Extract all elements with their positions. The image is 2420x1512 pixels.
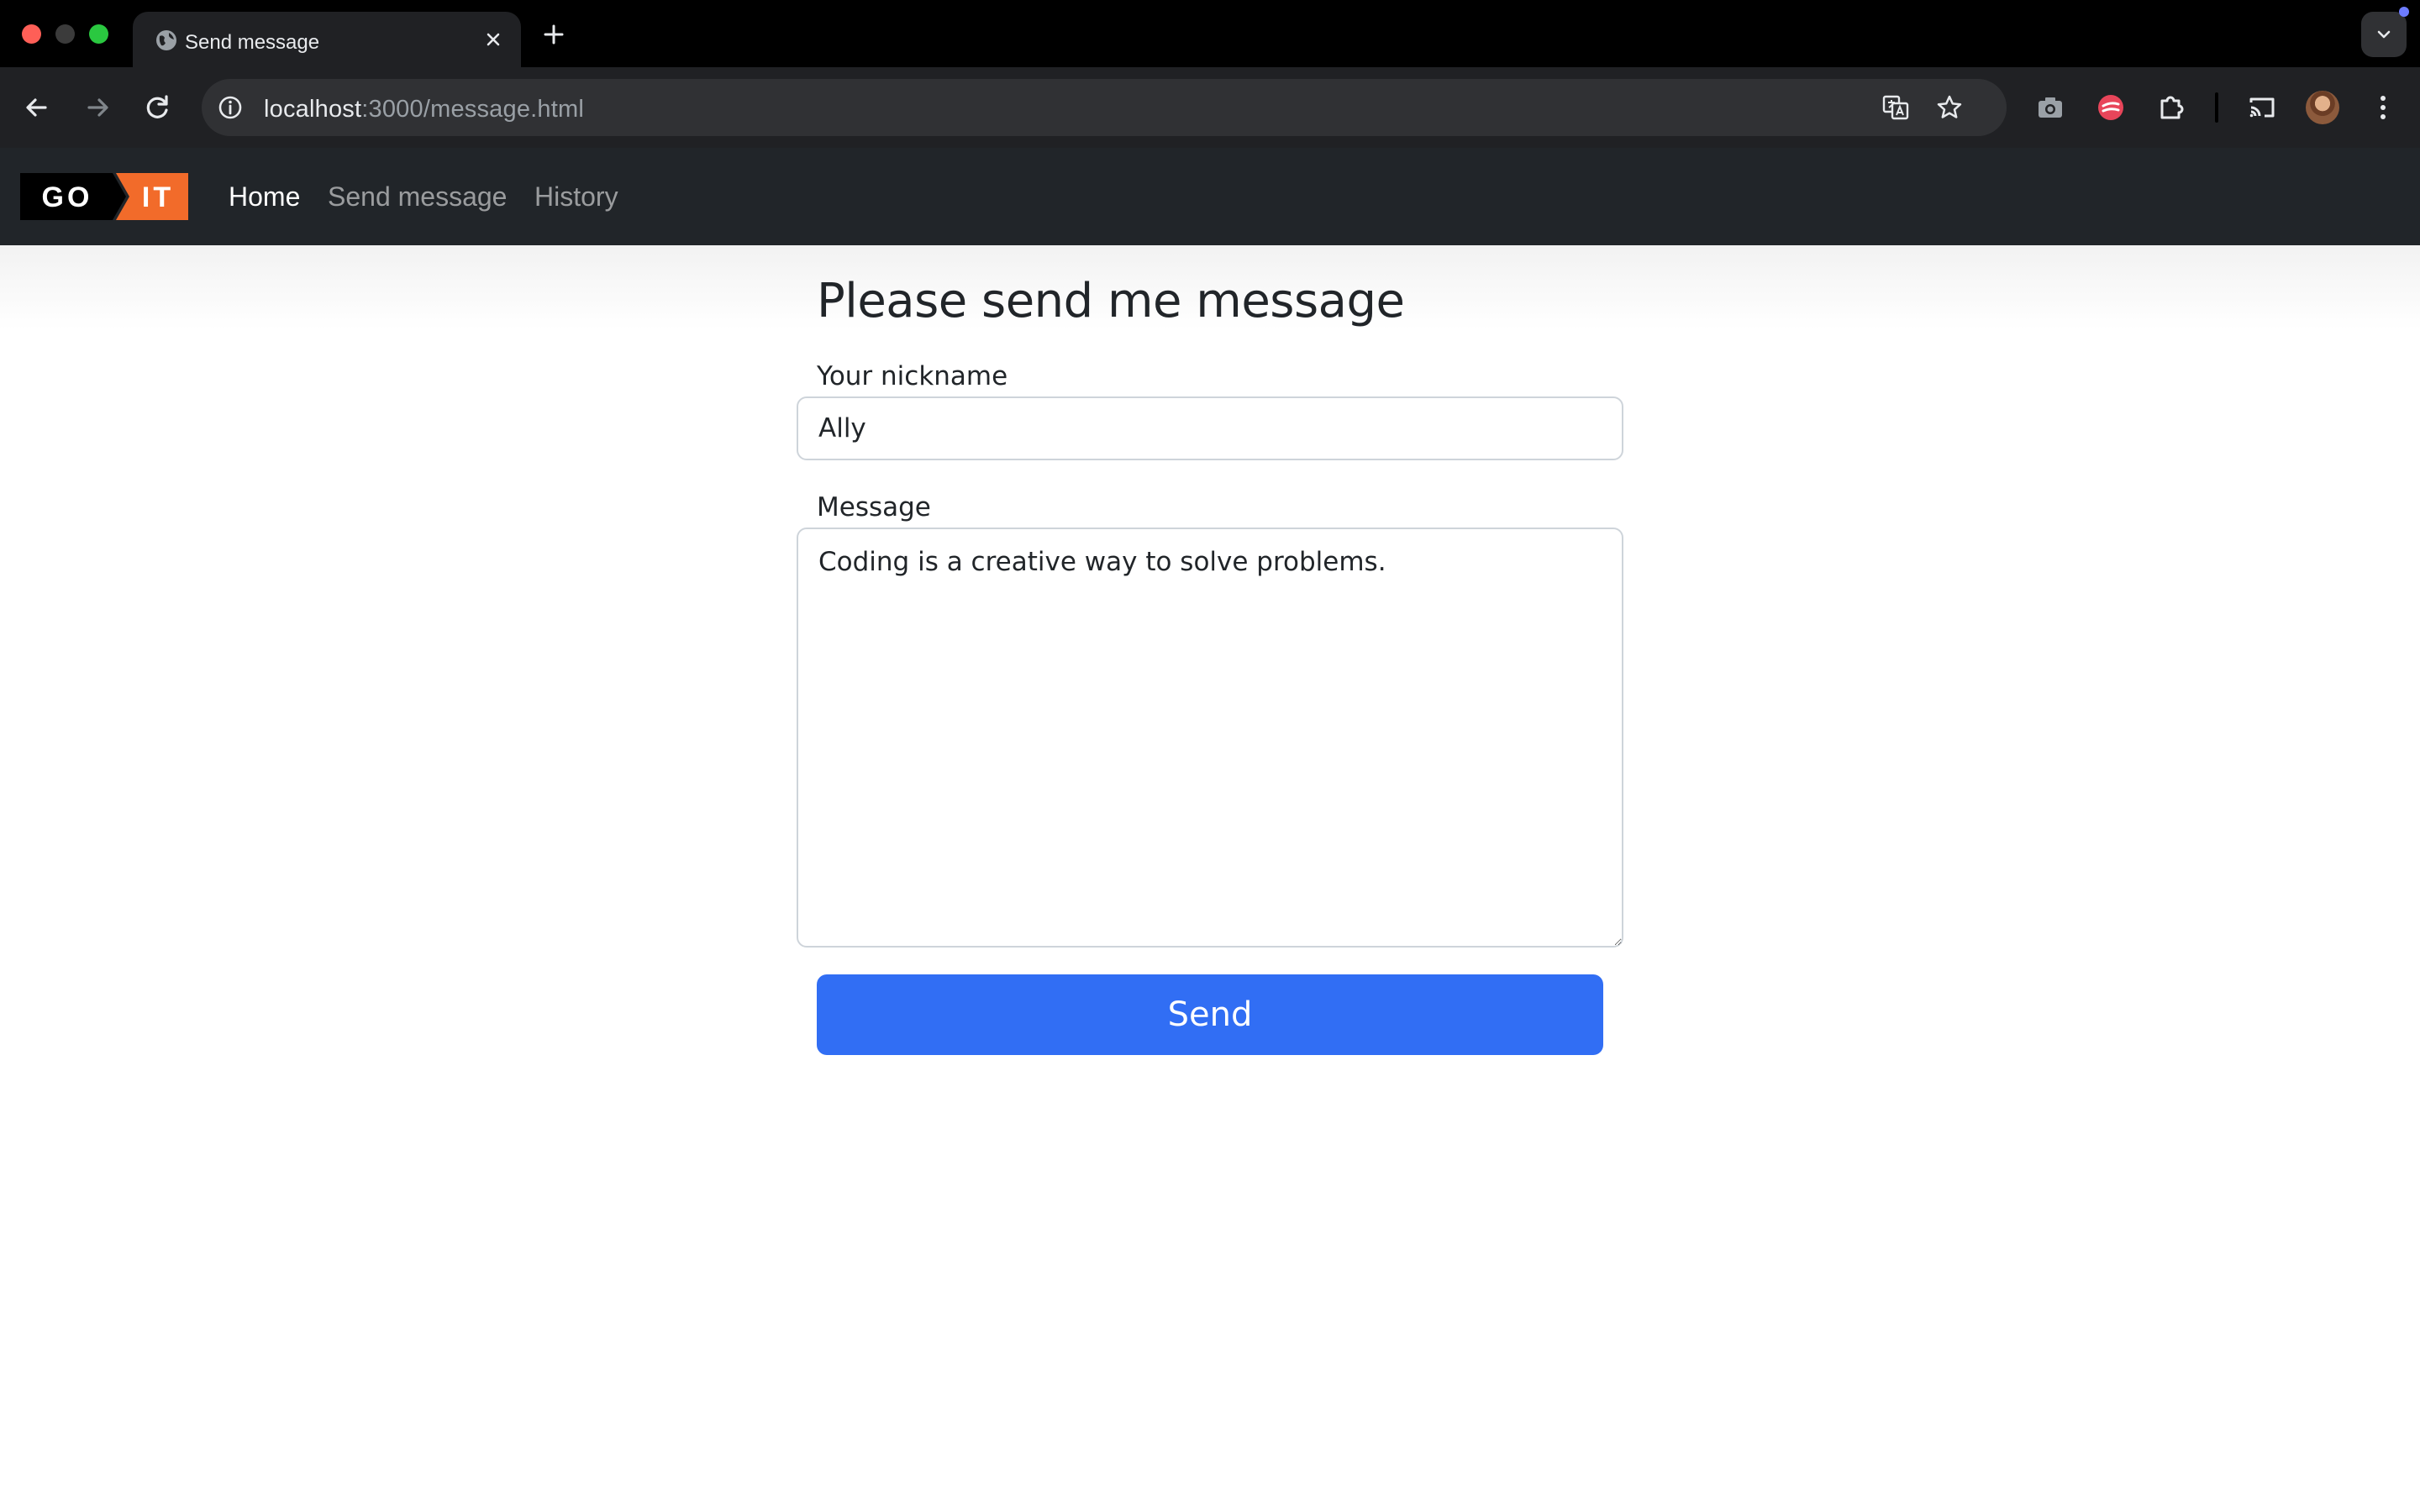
window-maximize-button[interactable] <box>89 24 108 44</box>
bookmark-star-icon[interactable] <box>1934 92 1965 123</box>
chevron-down-icon <box>2377 30 2391 39</box>
camera-icon[interactable] <box>2030 87 2070 128</box>
translate-icon[interactable] <box>1881 92 1911 123</box>
notification-dot <box>2399 7 2409 17</box>
browser-tab[interactable]: Send message <box>133 12 521 67</box>
window-close-button[interactable] <box>22 24 41 44</box>
url-text: localhost:3000/message.html <box>264 96 584 123</box>
toolbar-separator <box>2215 92 2218 123</box>
nickname-label: Your nickname <box>817 361 1008 391</box>
globe-icon <box>156 30 176 50</box>
close-icon[interactable] <box>479 25 508 54</box>
svg-text:IT: IT <box>142 181 174 213</box>
site-info-icon[interactable] <box>215 92 245 123</box>
kebab-menu-icon[interactable] <box>2363 87 2403 128</box>
page-title: Please send me message <box>817 274 1405 328</box>
browser-toolbar: localhost:3000/message.html <box>0 67 2420 148</box>
nickname-input[interactable] <box>797 396 1623 460</box>
forward-arrow-icon[interactable] <box>77 87 118 128</box>
nav-send-message-link[interactable]: Send message <box>328 181 507 213</box>
nav-home-link[interactable]: Home <box>229 181 300 213</box>
url-path: :3000/message.html <box>361 96 585 123</box>
send-button[interactable]: Send <box>817 974 1603 1055</box>
nav-history-link[interactable]: History <box>534 181 618 213</box>
browser-tab-strip: Send message <box>0 0 2420 67</box>
new-tab-icon[interactable] <box>538 18 570 50</box>
tab-title: Send message <box>185 31 320 54</box>
reload-icon[interactable] <box>138 87 178 128</box>
url-host: localhost <box>264 96 362 123</box>
extension-red-icon[interactable] <box>2091 87 2131 128</box>
puzzle-icon[interactable] <box>2151 87 2191 128</box>
back-arrow-icon[interactable] <box>17 87 57 128</box>
goit-logo[interactable]: GO IT <box>20 173 188 220</box>
window-minimize-button[interactable] <box>55 24 75 44</box>
message-textarea[interactable]: Coding is a creative way to solve proble… <box>797 528 1623 948</box>
svg-text:GO: GO <box>42 181 93 213</box>
cast-icon[interactable] <box>2242 87 2282 128</box>
site-navbar: GO IT Home Send message History <box>0 148 2420 245</box>
profile-avatar[interactable] <box>2306 91 2339 124</box>
address-bar[interactable]: localhost:3000/message.html <box>202 79 2007 136</box>
message-label: Message <box>817 492 931 522</box>
tab-search-button[interactable] <box>2361 12 2407 57</box>
